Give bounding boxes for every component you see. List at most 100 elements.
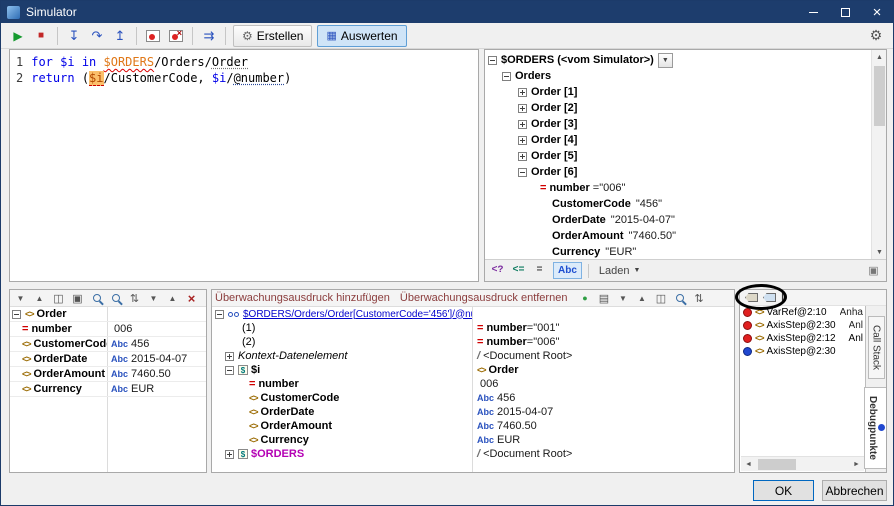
scrollbar-thumb[interactable] <box>874 66 885 126</box>
list-item[interactable]: VarRef@2:10Anha <box>740 306 864 319</box>
list-item[interactable]: Currency AbcEUR <box>212 433 734 447</box>
settings-gear-icon[interactable] <box>865 25 887 47</box>
filter-down-icon[interactable] <box>13 291 28 305</box>
expand-icon[interactable] <box>225 450 234 459</box>
tree-row-orderamount[interactable]: OrderAmount"7460.50" <box>485 228 871 244</box>
collapse-icon[interactable] <box>502 72 511 81</box>
list-item[interactable]: OrderAmount Abc7460.50 <box>212 419 734 433</box>
sort-descending-icon[interactable] <box>146 291 161 305</box>
step-over-icon[interactable] <box>86 25 108 47</box>
pause-icon[interactable] <box>781 292 786 304</box>
xml-declaration-icon[interactable] <box>490 264 505 278</box>
laden-dropdown[interactable]: Laden <box>595 262 645 280</box>
list-item[interactable]: (1) number="001" <box>212 321 734 335</box>
clear-results-icon[interactable] <box>184 291 199 305</box>
list-item[interactable]: AxisStep@2:12Anl <box>740 332 864 345</box>
tracepoint-icon[interactable] <box>745 293 758 302</box>
scroll-down-icon[interactable] <box>872 245 887 259</box>
list-item[interactable]: AxisStep@2:30 <box>740 345 864 358</box>
add-watch-link[interactable]: Überwachungsausdruck hinzufügen <box>215 292 390 304</box>
expand-icon[interactable] <box>225 352 234 361</box>
equals-view-icon[interactable] <box>532 264 547 278</box>
source-dropdown-button[interactable] <box>658 53 673 68</box>
abc-toggle-button[interactable]: Abc <box>553 262 582 279</box>
minimize-button[interactable] <box>797 1 829 23</box>
table-row[interactable]: number 006 <box>10 322 206 337</box>
ok-button[interactable]: OK <box>753 480 814 501</box>
assign-source-icon[interactable] <box>511 264 526 278</box>
tree-row-order-5[interactable]: Order [5] <box>485 148 871 164</box>
table-row[interactable]: OrderAmount Abc7460.50 <box>10 367 206 382</box>
tab-call-stack[interactable]: Call Stack <box>868 316 885 379</box>
expand-icon[interactable] <box>518 120 527 129</box>
list-item[interactable]: CustomerCode Abc456 <box>212 391 734 405</box>
search-icon[interactable] <box>89 291 104 305</box>
tree-row-root[interactable]: $ORDERS (<vom Simulator>) <box>485 52 871 68</box>
collapse-icon[interactable] <box>12 310 21 319</box>
collapse-icon[interactable] <box>488 56 497 65</box>
tree-row-order-6[interactable]: Order [6] <box>485 164 871 180</box>
maximize-button[interactable] <box>829 1 861 23</box>
copy-icon[interactable] <box>653 291 668 305</box>
tree-row-order-3[interactable]: Order [3] <box>485 116 871 132</box>
filter-up-icon[interactable] <box>32 291 47 305</box>
erstellen-button[interactable]: Erstellen <box>233 25 312 47</box>
list-item[interactable]: OrderDate Abc2015-04-07 <box>212 405 734 419</box>
tree-row-customercode[interactable]: CustomerCode"456" <box>485 196 871 212</box>
collapse-icon[interactable] <box>225 366 234 375</box>
table-row[interactable]: Currency AbcEUR <box>10 382 206 397</box>
list-item[interactable]: $ORDERS <Document Root> <box>212 447 734 461</box>
filter-down-icon[interactable] <box>615 291 630 305</box>
list-item[interactable]: (2) number="006" <box>212 335 734 349</box>
table-view-icon[interactable] <box>70 291 85 305</box>
scroll-right-icon[interactable] <box>849 457 864 471</box>
tree-row-orderdate[interactable]: OrderDate"2015-04-07" <box>485 212 871 228</box>
tree-row-number[interactable]: number="006" <box>485 180 871 196</box>
cancel-button[interactable]: Abbrechen <box>822 480 887 501</box>
collapse-icon[interactable] <box>215 310 224 319</box>
table-row[interactable]: Order <box>10 307 206 322</box>
detach-panel-icon[interactable] <box>866 264 881 278</box>
scroll-up-icon[interactable] <box>872 50 887 64</box>
list-item[interactable]: AxisStep@2:30Anl <box>740 319 864 332</box>
stop-icon[interactable] <box>30 25 52 47</box>
list-item[interactable]: $ORDERS/Orders/Order[CustomerCode='456']… <box>212 307 734 321</box>
close-button[interactable] <box>861 1 893 23</box>
step-into-icon[interactable] <box>63 25 85 47</box>
clear-breakpoints-icon[interactable] <box>165 25 187 47</box>
list-item[interactable]: $i Order <box>212 363 734 377</box>
tab-debugpunkte[interactable]: Debugpunkte <box>864 387 887 469</box>
vertical-scrollbar[interactable] <box>871 50 886 259</box>
search-next-icon[interactable] <box>108 291 123 305</box>
horizontal-scrollbar[interactable] <box>741 456 864 471</box>
grid-view-icon[interactable] <box>596 291 611 305</box>
sort-icon[interactable] <box>691 291 706 305</box>
trace-icon[interactable] <box>198 25 220 47</box>
record-icon[interactable] <box>577 291 592 305</box>
table-row[interactable]: CustomerCode Abc456 <box>10 337 206 352</box>
tree-row-currency[interactable]: Currency"EUR" <box>485 244 871 259</box>
table-row[interactable]: OrderDate Abc2015-04-07 <box>10 352 206 367</box>
tree-row-order-1[interactable]: Order [1] <box>485 84 871 100</box>
tree-row-order-2[interactable]: Order [2] <box>485 100 871 116</box>
sort-icon[interactable] <box>127 291 142 305</box>
expand-icon[interactable] <box>518 104 527 113</box>
step-out-icon[interactable] <box>109 25 131 47</box>
toggle-breakpoint-icon[interactable] <box>142 25 164 47</box>
expand-icon[interactable] <box>518 136 527 145</box>
breakpoint-tag-icon[interactable] <box>763 293 776 302</box>
scroll-left-icon[interactable] <box>741 457 756 471</box>
list-item[interactable]: Kontext-Datenelement <Document Root> <box>212 349 734 363</box>
filter-up-icon[interactable] <box>634 291 649 305</box>
tree-row-orders[interactable]: Orders <box>485 68 871 84</box>
code-editor[interactable]: 1for $i in $ORDERS/Orders/Order 2return … <box>9 49 479 282</box>
run-icon[interactable] <box>7 25 29 47</box>
copy-icon[interactable] <box>51 291 66 305</box>
list-item[interactable]: number 006 <box>212 377 734 391</box>
titlebar[interactable]: Simulator <box>1 1 893 23</box>
tree-row-order-4[interactable]: Order [4] <box>485 132 871 148</box>
sort-ascending-icon[interactable] <box>165 291 180 305</box>
collapse-icon[interactable] <box>518 168 527 177</box>
scrollbar-thumb[interactable] <box>758 459 796 470</box>
search-icon[interactable] <box>672 291 687 305</box>
